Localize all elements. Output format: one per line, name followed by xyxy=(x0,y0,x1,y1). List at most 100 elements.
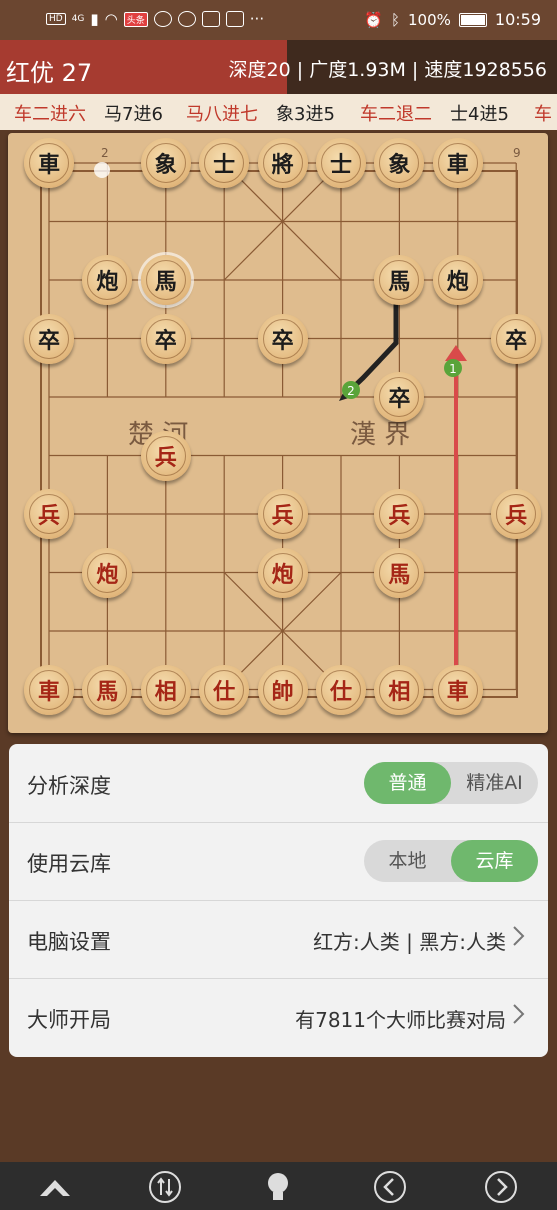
move-black[interactable]: 士4进5 xyxy=(450,100,509,126)
red-piece[interactable]: 炮 xyxy=(82,547,133,598)
file-label-left: 2 xyxy=(101,146,109,160)
move-red[interactable]: 马八进七 xyxy=(186,100,258,126)
chess-board[interactable]: 1 2 楚 河 漢 界 2 9 車象士將士象車炮馬馬炮卒卒卒卒卒兵兵兵兵兵炮炮馬… xyxy=(8,133,548,733)
move-black[interactable]: 马7进6 xyxy=(104,100,163,126)
app-icon-2 xyxy=(177,11,196,27)
black-piece[interactable]: 車 xyxy=(24,138,74,188)
computer-settings-label: 电脑设置 xyxy=(27,930,111,954)
piece-label: 仕 xyxy=(321,669,361,710)
clock: 10:59 xyxy=(494,10,541,29)
piece-label: 士 xyxy=(321,143,361,183)
red-piece[interactable]: 車 xyxy=(24,664,74,715)
piece-label: 車 xyxy=(29,143,69,183)
red-piece[interactable]: 仕 xyxy=(316,664,366,715)
piece-label: 象 xyxy=(145,143,186,183)
status-left-icons: HD 4G ▮ ◠ 头条 ··· xyxy=(46,10,264,28)
piece-label: 兵 xyxy=(262,494,303,534)
computer-settings-row[interactable]: 电脑设置 红方:人类 | 黑方:人类 xyxy=(9,900,548,979)
master-openings-value: 有7811个大师比赛对局 xyxy=(295,1008,506,1032)
cloud-library-label: 使用云库 xyxy=(27,852,111,876)
piece-label: 馬 xyxy=(87,669,128,710)
depth-ai-option[interactable]: 精准AI xyxy=(451,762,538,804)
red-piece[interactable]: 車 xyxy=(432,664,483,715)
black-piece[interactable]: 卒 xyxy=(491,313,542,364)
wifi-icon: ◠ xyxy=(104,10,118,28)
piece-label: 仕 xyxy=(204,669,245,710)
piece-label: 炮 xyxy=(87,260,128,300)
arrow-label-2: 2 xyxy=(347,384,355,398)
piece-label: 馬 xyxy=(379,552,420,593)
depth-normal-option[interactable]: 普通 xyxy=(364,762,451,804)
settings-panel: 分析深度 普通 精准AI 使用云库 本地 云库 电脑设置 红方:人类 | 黑方:… xyxy=(9,744,548,1057)
red-piece[interactable]: 相 xyxy=(374,664,425,715)
red-piece[interactable]: 兵 xyxy=(491,489,542,539)
board-grid: 1 2 楚 河 漢 界 2 9 xyxy=(40,146,521,698)
red-piece[interactable]: 馬 xyxy=(374,547,425,598)
red-piece[interactable]: 馬 xyxy=(82,664,133,715)
black-piece[interactable]: 象 xyxy=(140,138,191,188)
piece-label: 卒 xyxy=(262,318,303,359)
black-piece[interactable]: 卒 xyxy=(140,313,191,364)
piece-label: 兵 xyxy=(496,494,537,534)
piece-label: 車 xyxy=(437,143,478,183)
cloud-option[interactable]: 云库 xyxy=(451,840,538,882)
piece-label: 兵 xyxy=(29,494,69,534)
piece-label: 炮 xyxy=(437,260,478,300)
red-piece[interactable]: 兵 xyxy=(257,489,308,539)
piece-label: 象 xyxy=(379,143,420,183)
river-text-right: 漢 界 xyxy=(350,420,410,450)
principal-variation[interactable]: 车二进六 马7进6 马八进七 象3进5 车二退二 士4进5 车 xyxy=(0,94,557,130)
piece-label: 炮 xyxy=(87,552,128,593)
hint-bulb-icon[interactable] xyxy=(261,1170,295,1204)
cloud-library-toggle[interactable]: 本地 云库 xyxy=(364,840,538,882)
toutiao-icon: 头条 xyxy=(123,11,148,27)
move-red[interactable]: 车二退二 xyxy=(360,100,432,126)
piece-label: 士 xyxy=(204,143,245,183)
app-icon-3 xyxy=(201,11,220,27)
piece-label: 相 xyxy=(379,669,420,710)
piece-label: 馬 xyxy=(145,260,186,300)
piece-label: 卒 xyxy=(379,377,420,417)
black-piece[interactable]: 將 xyxy=(257,138,308,188)
engine-stats: 深度20 | 广度1.93M | 速度1928556 xyxy=(228,59,547,81)
master-openings-row[interactable]: 大师开局 有7811个大师比赛对局 xyxy=(9,978,548,1056)
piece-label: 帥 xyxy=(262,669,303,710)
bottom-toolbar xyxy=(0,1162,557,1210)
black-piece[interactable]: 士 xyxy=(199,138,250,188)
red-piece[interactable]: 帥 xyxy=(257,664,308,715)
arrow-label-1: 1 xyxy=(449,362,457,376)
computer-settings-value: 红方:人类 | 黑方:人类 xyxy=(313,930,506,954)
black-piece[interactable]: 卒 xyxy=(24,313,74,364)
analysis-depth-toggle[interactable]: 普通 精准AI xyxy=(364,762,538,804)
network-label: 4G xyxy=(71,14,85,24)
black-piece[interactable]: 士 xyxy=(316,138,366,188)
alarm-icon: ⏰ xyxy=(364,10,383,29)
move-origin-marker xyxy=(94,162,110,178)
red-piece[interactable]: 兵 xyxy=(24,489,74,539)
bluetooth-icon: ᛒ xyxy=(390,10,400,29)
app-icon-1 xyxy=(153,11,172,27)
red-piece[interactable]: 相 xyxy=(140,664,191,715)
move-black[interactable]: 象3进5 xyxy=(276,100,335,126)
red-piece[interactable]: 兵 xyxy=(140,430,191,481)
black-piece[interactable]: 炮 xyxy=(432,255,483,305)
red-piece[interactable]: 仕 xyxy=(199,664,250,715)
move-red[interactable]: 车二进六 xyxy=(14,100,86,126)
mountain-icon[interactable] xyxy=(38,1170,72,1204)
black-piece[interactable]: 卒 xyxy=(257,313,308,364)
piece-label: 車 xyxy=(437,669,478,710)
signal-icon: ▮ xyxy=(90,10,99,28)
red-piece[interactable]: 炮 xyxy=(257,547,308,598)
black-piece[interactable]: 車 xyxy=(432,138,483,188)
forward-icon[interactable] xyxy=(484,1170,518,1204)
status-bar: HD 4G ▮ ◠ 头条 ··· ⏰ ᛒ 100% 10:59 xyxy=(0,0,557,40)
piece-label: 兵 xyxy=(379,494,420,534)
black-piece[interactable]: 馬 xyxy=(140,255,191,305)
piece-label: 車 xyxy=(29,669,69,710)
local-option[interactable]: 本地 xyxy=(364,840,451,882)
move-red[interactable]: 车 xyxy=(534,100,552,126)
analysis-depth-row: 分析深度 普通 精准AI xyxy=(9,744,548,823)
back-icon[interactable] xyxy=(373,1170,407,1204)
flip-icon[interactable] xyxy=(148,1170,182,1204)
chevron-right-icon xyxy=(513,1004,525,1024)
